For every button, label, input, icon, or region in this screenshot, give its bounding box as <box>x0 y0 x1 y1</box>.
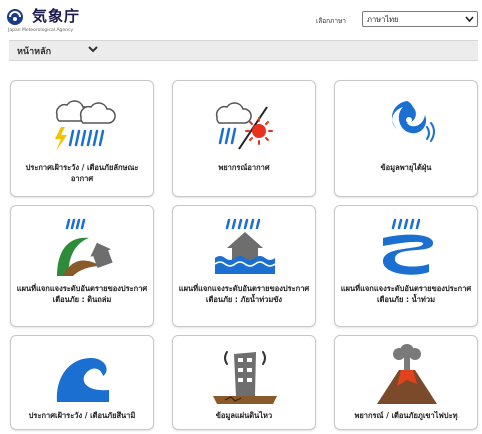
tile-tsunami-warning[interactable]: ประกาศเฝ้าระวัง / เตือนภัยสึนามิ <box>10 335 154 430</box>
tile-label: แผนที่แจกแจงระดับอันตรายของประกาศเตือนภั… <box>178 284 310 304</box>
tile-volcano[interactable]: พยากรณ์ / เตือนภัยภูเขาไฟปะทุ <box>334 335 478 430</box>
language-select-value: ภาษาไทย <box>367 15 399 24</box>
logo-subtitle: Japan Meteorological Agency <box>8 28 74 33</box>
language-select[interactable]: ภาษาไทย <box>362 11 478 27</box>
nav-bar: หน้าหลัก <box>9 40 478 61</box>
tile-label: แผนที่แจกแจงระดับอันตรายของประกาศเตือนภั… <box>340 284 472 304</box>
tile-label: พยากรณ์ / เตือนภัยภูเขาไฟปะทุ <box>354 411 458 420</box>
tile-flood-map[interactable]: แผนที่แจกแจงระดับอันตรายของประกาศเตือนภั… <box>334 205 478 327</box>
header: 気象庁 Japan Meteorological Agency เลือกภาษ… <box>0 0 482 38</box>
tile-label: ข้อมูลแผ่นดินไหว <box>215 411 273 420</box>
logo-text: 気象庁 <box>32 7 81 25</box>
chevron-down-icon[interactable] <box>87 43 99 55</box>
tile-label: แผนที่แจกแจงระดับอันตรายของประกาศเตือนภั… <box>16 284 148 304</box>
tile-landslide-map[interactable]: แผนที่แจกแจงระดับอันตรายของประกาศเตือนภั… <box>10 205 154 327</box>
jma-logo-icon <box>7 9 23 25</box>
volcano-icon <box>377 344 437 404</box>
tile-earthquake[interactable]: ข้อมูลแผ่นดินไหว <box>172 335 316 430</box>
river-flood-icon <box>382 218 434 275</box>
rain-cloud-lightning-icon <box>55 100 116 151</box>
tile-typhoon[interactable]: ข้อมูลพายุไต้ฝุ่น <box>334 80 478 197</box>
typhoon-icon <box>392 101 435 142</box>
earthquake-icon <box>213 351 277 404</box>
tsunami-icon <box>56 358 109 402</box>
tile-label: ข้อมูลพายุไต้ฝุ่น <box>380 163 432 172</box>
chevron-down-icon <box>465 12 474 29</box>
landslide-icon <box>57 218 113 276</box>
tile-weather-forecast[interactable]: พยากรณ์อากาศ <box>172 80 316 197</box>
tile-label: ประกาศเฝ้าระวัง / เตือนภัยลักษณะอากาศ <box>25 163 139 183</box>
language-label: เลือกภาษา <box>316 17 346 25</box>
jma-logo[interactable]: 気象庁 Japan Meteorological Agency <box>6 6 166 34</box>
nav-home-menu[interactable]: หน้าหลัก <box>17 44 51 58</box>
cloud-rain-sun-icon <box>215 102 273 150</box>
tile-label: ประกาศเฝ้าระวัง / เตือนภัยสึนามิ <box>28 411 136 420</box>
tile-weather-warning[interactable]: ประกาศเฝ้าระวัง / เตือนภัยลักษณะอากาศ <box>10 80 154 197</box>
flood-house-icon <box>214 218 276 274</box>
tile-inundation-map[interactable]: แผนที่แจกแจงระดับอันตรายของประกาศเตือนภั… <box>172 205 316 327</box>
tile-label: พยากรณ์อากาศ <box>218 163 270 172</box>
